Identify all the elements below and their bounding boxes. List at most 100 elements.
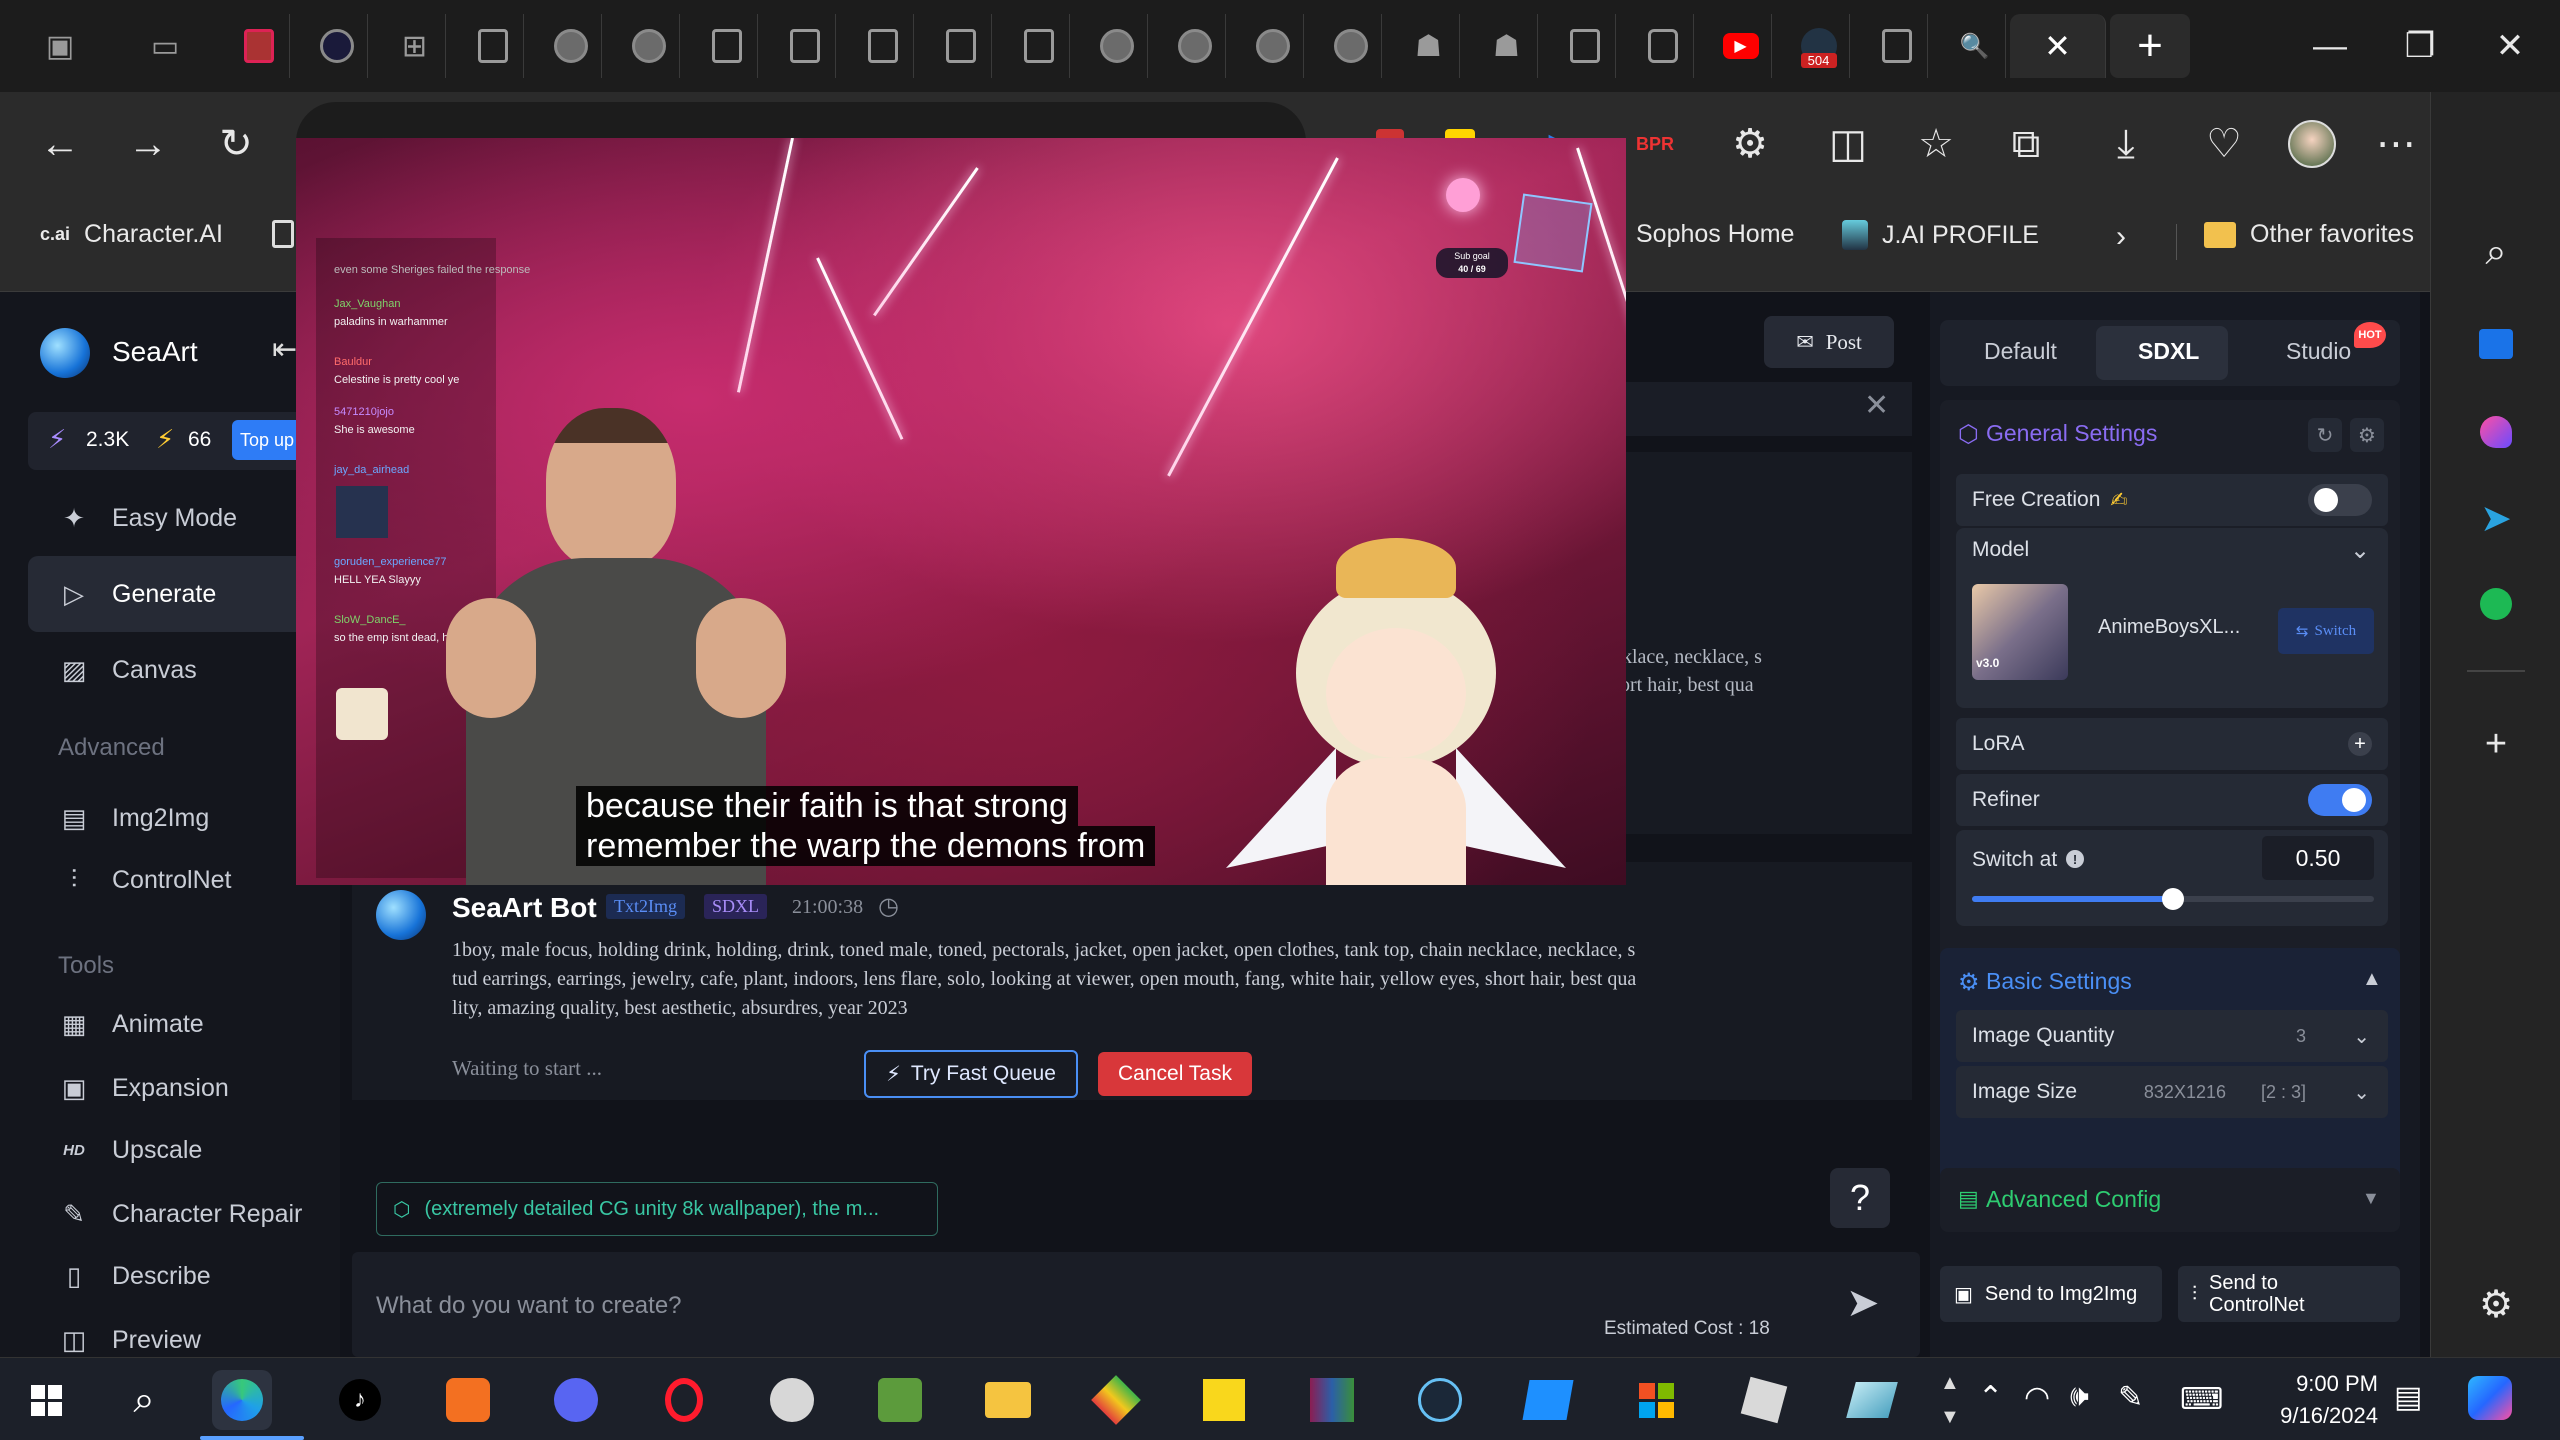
copilot-taskbar-icon[interactable] (2468, 1376, 2512, 1420)
clock[interactable]: 9:00 PM 9/16/2024 (2248, 1368, 2378, 1432)
workspaces-icon[interactable]: ▣ (30, 14, 90, 78)
tab-actions-icon[interactable]: ▭ (130, 14, 200, 78)
taskbar-steam-icon[interactable] (1410, 1370, 1470, 1430)
taskbar-tiktok-icon[interactable]: ♪ (330, 1370, 390, 1430)
help-button[interactable]: ? (1830, 1168, 1890, 1228)
send-to-controlnet-button[interactable]: ⫶ Send to ControlNet (2178, 1266, 2400, 1322)
favorite-page-icon[interactable] (272, 220, 294, 248)
nav-canvas[interactable]: ▨ Canvas (28, 632, 328, 708)
switch-at-slider-thumb[interactable] (2162, 888, 2184, 910)
designer-icon[interactable] (2466, 402, 2526, 462)
favorite-sophos[interactable]: Sophos Home (1636, 220, 1794, 249)
start-windows-icon[interactable] (16, 1370, 76, 1430)
browser-tab[interactable] (1632, 14, 1694, 78)
add-lora-icon[interactable]: + (2348, 732, 2372, 756)
browser-essentials-icon[interactable]: ♡ (2194, 114, 2254, 174)
chevron-down-icon[interactable]: ⌄ (2350, 536, 2370, 565)
favorite-other-favorites[interactable]: Other favorites (2204, 220, 2414, 249)
taskbar-search-icon[interactable]: ⌕ (114, 1370, 174, 1430)
browser-tab[interactable]: ☗ (1476, 14, 1538, 78)
profile-avatar[interactable] (2282, 114, 2342, 174)
extension-icon[interactable]: BPR (1625, 114, 1685, 174)
close-tab-icon[interactable]: ✕ (2044, 27, 2071, 65)
more-menu-icon[interactable]: ⋯ (2366, 114, 2426, 174)
restore-button[interactable]: ❐ (2375, 14, 2465, 78)
tab-sdxl[interactable]: SDXL (2138, 338, 2199, 365)
back-button[interactable]: ← (30, 114, 90, 174)
prompt-suggestion-chip[interactable]: ⬡ (extremely detailed CG unity 8k wallpap… (376, 1182, 938, 1236)
taskbar-opera-icon[interactable] (654, 1370, 714, 1430)
outlook-icon[interactable] (2466, 314, 2526, 374)
taskbar-app-icon[interactable] (438, 1370, 498, 1430)
favorites-star-icon[interactable]: ☆ (1906, 114, 1966, 174)
browser-tab[interactable] (462, 14, 524, 78)
taskbar-app-icon[interactable] (1518, 1370, 1578, 1430)
free-creation-toggle[interactable] (2308, 484, 2372, 516)
nav-controlnet[interactable]: ⫶ ControlNet (28, 842, 328, 918)
browser-tab[interactable] (696, 14, 758, 78)
post-button[interactable]: ✉ Post (1764, 316, 1894, 368)
taskbar-file-explorer-icon[interactable] (978, 1370, 1038, 1430)
browser-tab[interactable] (1554, 14, 1616, 78)
browser-tab[interactable] (618, 14, 680, 78)
collections-icon[interactable]: ⧉ (1996, 114, 2056, 174)
image-quantity-row[interactable]: Image Quantity 3 ⌄ (1956, 1010, 2388, 1062)
browser-tab[interactable]: 504 (1788, 14, 1850, 78)
close-window-button[interactable]: ✕ (2465, 14, 2555, 78)
collapse-nav-icon[interactable]: ⇤ (272, 332, 297, 367)
browser-tab[interactable] (1866, 14, 1928, 78)
nav-generate[interactable]: ▷ Generate (28, 556, 328, 632)
browser-tab[interactable] (1086, 14, 1148, 78)
spotify-icon[interactable] (2466, 574, 2526, 634)
taskbar-app-icon[interactable] (870, 1370, 930, 1430)
browser-tab[interactable] (852, 14, 914, 78)
try-fast-queue-button[interactable]: ⚡ Try Fast Queue (864, 1050, 1078, 1098)
pen-icon[interactable]: ✎ (2118, 1380, 2143, 1415)
history-icon[interactable]: ◷ (878, 892, 899, 921)
send-to-img2img-button[interactable]: ▣ Send to Img2Img (1940, 1266, 2162, 1322)
nav-easy-mode[interactable]: ✦ Easy Mode (28, 480, 328, 556)
close-banner-icon[interactable]: ✕ (1864, 388, 1889, 423)
split-screen-icon[interactable]: ◫ (1818, 114, 1878, 174)
browser-tab[interactable] (1164, 14, 1226, 78)
browser-tab[interactable] (1320, 14, 1382, 78)
extensions-puzzle-icon[interactable]: ⚙ (1720, 114, 1780, 174)
keyboard-icon[interactable]: ⌨ (2180, 1382, 2223, 1417)
search-icon[interactable]: ⌕ (2466, 222, 2526, 282)
youtube-tab[interactable]: ▶ (1710, 14, 1772, 78)
collapse-icon[interactable]: ▲ (2362, 968, 2382, 991)
taskbar-roblox-icon[interactable] (1734, 1370, 1794, 1430)
browser-tab[interactable] (540, 14, 602, 78)
taskbar-app-icon[interactable] (1086, 1370, 1146, 1430)
favorite-character-ai[interactable]: c.ai Character.AI (40, 220, 223, 249)
image-size-row[interactable]: Image Size 832X1216 [2 : 3] ⌄ (1956, 1066, 2388, 1118)
sidebar-settings-gear-icon[interactable]: ⚙ (2466, 1274, 2526, 1334)
taskbar-edge-icon[interactable] (212, 1370, 272, 1430)
taskbar-app-icon[interactable] (1842, 1370, 1902, 1430)
wifi-icon[interactable]: ◠ (2024, 1380, 2050, 1415)
taskbar-scroll-arrows[interactable]: ▲ ▼ (1940, 1366, 1960, 1434)
top-up-button[interactable]: Top up (232, 420, 302, 460)
browser-tab[interactable] (1008, 14, 1070, 78)
taskbar-discord-icon[interactable] (546, 1370, 606, 1430)
switch-at-input[interactable]: 0.50 (2262, 836, 2374, 880)
add-sidebar-app-icon[interactable]: + (2466, 714, 2526, 774)
send-icon[interactable]: ➤ (1846, 1280, 1880, 1326)
taskbar-winrar-icon[interactable] (1302, 1370, 1362, 1430)
tab-studio[interactable]: Studio (2286, 338, 2351, 365)
show-hidden-icons-chevron[interactable]: ⌃ (1978, 1380, 2003, 1415)
refresh-button[interactable]: ↻ (206, 114, 266, 174)
favorite-jai-profile[interactable]: J.AI PROFILE (1842, 220, 2039, 250)
active-tab[interactable]: ✕ (2010, 14, 2106, 78)
notifications-icon[interactable]: ▤ (2394, 1380, 2422, 1415)
expand-icon[interactable]: ▼ (2362, 1188, 2380, 1209)
switch-at-slider-track[interactable] (1972, 888, 2374, 910)
volume-icon[interactable]: 🕪 (2070, 1380, 2089, 1414)
minimize-button[interactable]: — (2285, 14, 2375, 78)
video-pip-overlay[interactable]: even some Sheriges failed the response J… (296, 138, 1626, 885)
browser-tab[interactable] (930, 14, 992, 78)
taskbar-sticky-notes-icon[interactable] (1194, 1370, 1254, 1430)
new-tab-button[interactable]: + (2110, 14, 2190, 78)
switch-model-button[interactable]: ⇆ Switch (2278, 608, 2374, 654)
tab-default[interactable]: Default (1984, 338, 2057, 365)
